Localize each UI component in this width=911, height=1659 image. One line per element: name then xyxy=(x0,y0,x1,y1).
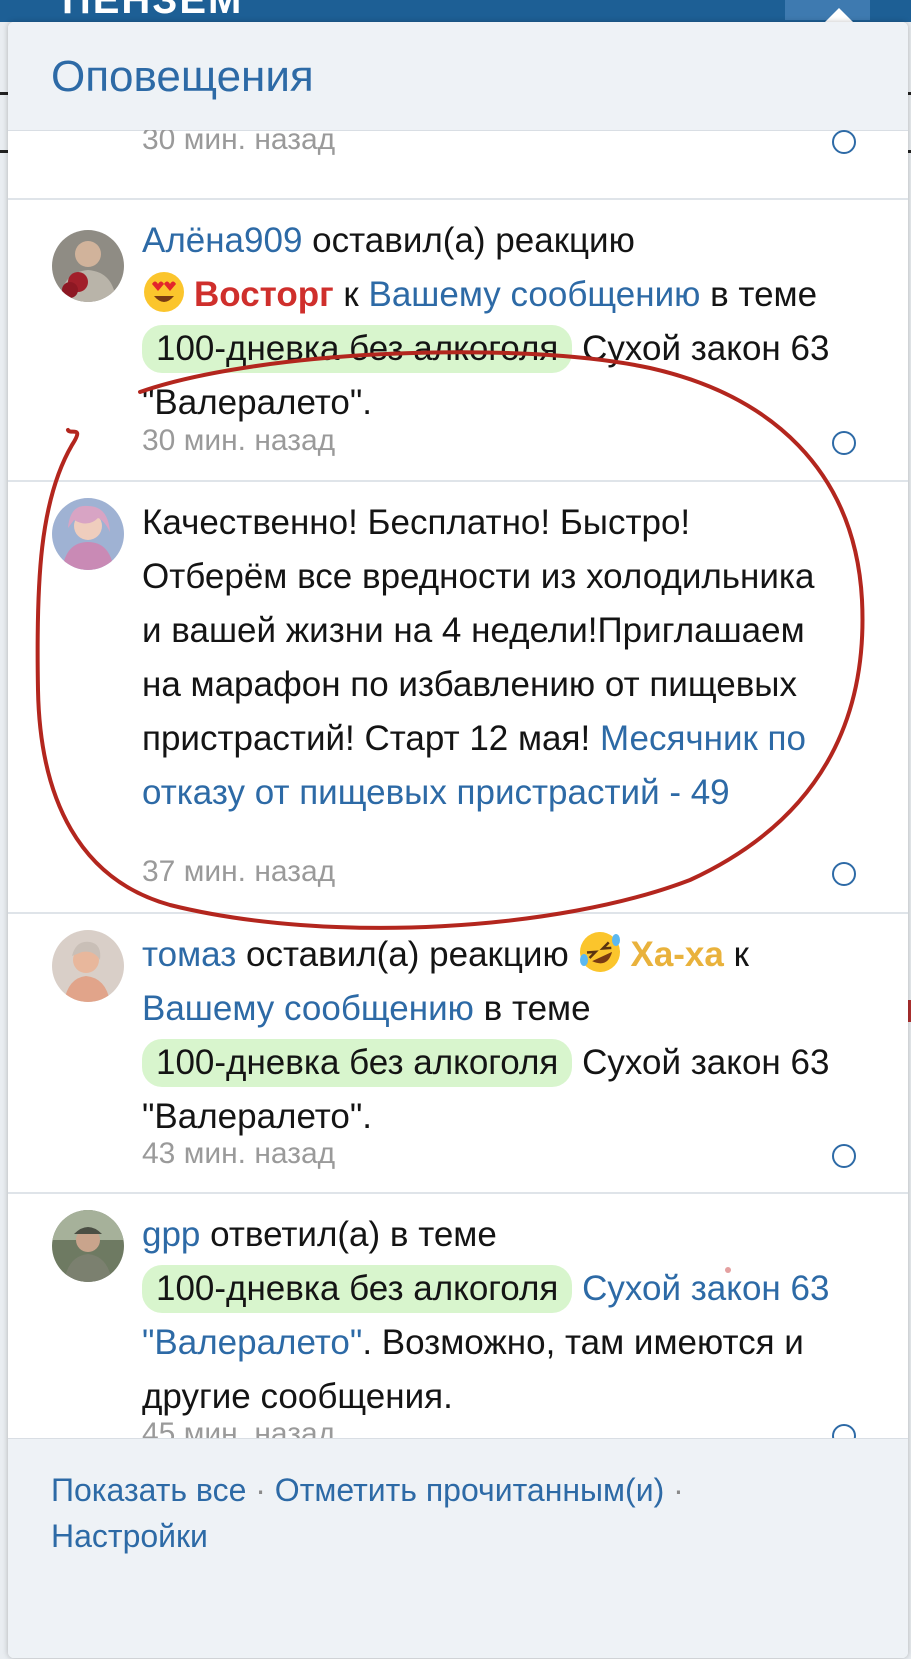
notification-content: томаз оставил(а) реакцию Ха-ха к Вашему … xyxy=(142,928,872,1144)
mark-read-dot[interactable] xyxy=(832,130,856,154)
notification-time: 30 мин. назад xyxy=(142,424,336,457)
mark-read-dot[interactable] xyxy=(832,862,856,886)
avatar[interactable] xyxy=(52,498,124,570)
notification-time: 37 мин. назад xyxy=(142,855,336,888)
notification-time: 43 мин. назад xyxy=(142,1137,336,1170)
preposition-text: к xyxy=(343,275,359,314)
user-link[interactable]: Алёна909 xyxy=(142,221,302,260)
footer-links: Показать все · Отметить прочитанным(и) ·… xyxy=(51,1467,811,1559)
footer-separator: · xyxy=(255,1472,266,1508)
notifications-popup: Оповещения 30 мин. назад Алёна909 остави… xyxy=(8,22,908,1658)
mark-read-dot[interactable] xyxy=(832,431,856,455)
popup-caret xyxy=(825,8,853,22)
mark-read-link[interactable]: Отметить прочитанным(и) xyxy=(275,1472,664,1508)
heart-eyes-emoji-icon xyxy=(142,270,186,314)
in-thread-text: в теме xyxy=(710,275,818,314)
user-link[interactable]: томаз xyxy=(142,935,236,974)
footer-separator: · xyxy=(673,1472,684,1508)
notification-content: gpp ответил(а) в теме 100-дневка без алк… xyxy=(142,1208,872,1424)
notification-item[interactable]: 30 мин. назад xyxy=(8,130,908,200)
notification-item[interactable]: Алёна909 оставил(а) реакцию Восторг к Ва… xyxy=(8,200,908,482)
preposition-text: к xyxy=(733,935,749,974)
avatar[interactable] xyxy=(52,930,124,1002)
action-text: оставил(а) реакцию xyxy=(246,935,569,974)
thread-prefix-tag[interactable]: 100-дневка без алкоголя xyxy=(142,1039,573,1087)
background-text-fragment xyxy=(0,150,8,153)
notification-item[interactable]: gpp ответил(а) в теме 100-дневка без алк… xyxy=(8,1194,908,1470)
notification-content: Алёна909 оставил(а) реакцию Восторг к Ва… xyxy=(142,214,872,430)
thread-prefix-tag[interactable]: 100-дневка без алкоголя xyxy=(142,325,573,373)
action-text: оставил(а) реакцию xyxy=(312,221,635,260)
notification-content: Качественно! Бесплатно! Быстро! Отберём … xyxy=(142,496,832,820)
user-link[interactable]: gpp xyxy=(142,1215,200,1254)
popup-title: Оповещения xyxy=(51,52,314,101)
reaction-label: Ха-ха xyxy=(630,935,724,974)
popup-footer: Показать все · Отметить прочитанным(и) ·… xyxy=(8,1438,908,1658)
mark-read-dot[interactable] xyxy=(832,1144,856,1168)
background-header-bar: ПЕНЗЕМ xyxy=(0,0,911,22)
notification-time: 30 мин. назад xyxy=(142,130,336,156)
notifications-list: 30 мин. назад Алёна909 оставил(а) реакци… xyxy=(8,130,908,1470)
notification-item[interactable]: томаз оставил(а) реакцию Ха-ха к Вашему … xyxy=(8,914,908,1194)
site-logo: ПЕНЗЕМ xyxy=(62,0,244,22)
message-link[interactable]: Вашему сообщению xyxy=(142,989,474,1028)
message-link[interactable]: Вашему сообщению xyxy=(368,275,700,314)
action-text: ответил(а) в теме xyxy=(210,1215,497,1254)
settings-link[interactable]: Настройки xyxy=(51,1518,208,1554)
laughing-tears-emoji-icon xyxy=(578,930,622,974)
popup-header: Оповещения xyxy=(8,22,908,131)
show-all-link[interactable]: Показать все xyxy=(51,1472,246,1508)
in-thread-text: в теме xyxy=(483,989,591,1028)
reaction-label: Восторг xyxy=(194,275,334,314)
avatar[interactable] xyxy=(52,1210,124,1282)
avatar[interactable] xyxy=(52,230,124,302)
thread-prefix-tag[interactable]: 100-дневка без алкоголя xyxy=(142,1265,573,1313)
background-text-fragment xyxy=(0,92,8,95)
notification-item[interactable]: Качественно! Бесплатно! Быстро! Отберём … xyxy=(8,482,908,914)
